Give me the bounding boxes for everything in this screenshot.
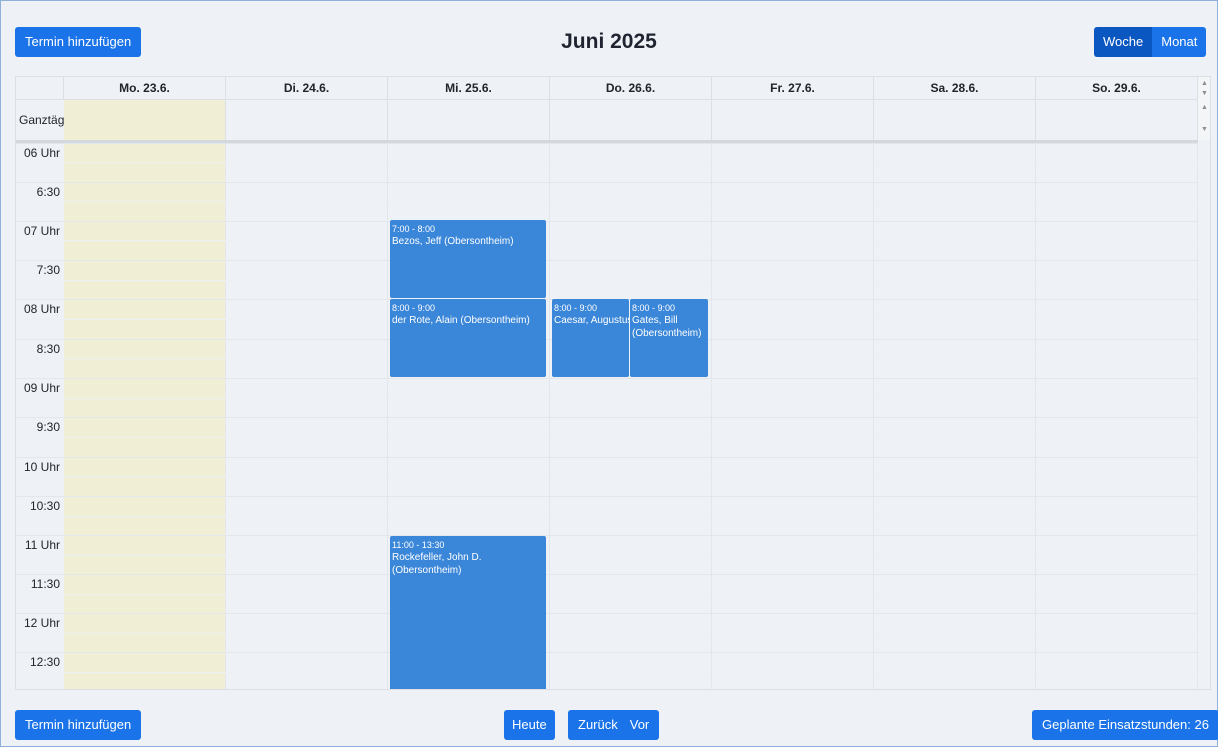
time-label: 7:30 [36,263,60,277]
event-time: 7:00 - 8:00 [392,224,436,234]
time-label: 6:30 [36,185,60,199]
day-header-tue[interactable]: Di. 24.6. [226,77,388,100]
grid-line [16,555,1198,556]
event-title: Caesar, Augustus (Obersontheim) [554,315,629,326]
allday-cell-thu[interactable] [550,100,712,140]
event-caesar[interactable]: 8:00 - 9:00 Caesar, Augustus (Obersonthe… [552,299,629,377]
time-label: 12:30 [29,655,60,669]
grid-line [16,672,1198,673]
grid-line [16,260,1198,261]
time-column-header [16,77,64,100]
grid-line [16,398,1198,399]
time-label: 08 Uhr [23,302,60,316]
allday-cell-sun[interactable] [1036,100,1198,140]
time-label: 9:30 [36,420,60,434]
event-der-rote[interactable]: 8:00 - 9:00 der Rote, Alain (Obersonthei… [390,299,546,377]
event-gates[interactable]: 8:00 - 9:00 Gates, Bill (Obersontheim) [630,299,708,377]
day-header-mon[interactable]: Mo. 23.6. [64,77,226,100]
time-label: 10:30 [29,499,60,513]
time-label: 09 Uhr [23,381,60,395]
planned-hours-button[interactable]: Geplante Einsatzstunden: 26 [1032,710,1218,740]
day-header-thu[interactable]: Do. 26.6. [550,77,712,100]
view-week-button[interactable]: Woche [1094,27,1153,57]
grid-line [16,457,1198,458]
time-label: 11 Uhr [24,538,60,552]
grid-line [16,613,1198,614]
grid-line [16,162,1198,163]
grid-line [16,201,1198,202]
grid-line [16,437,1198,438]
scroll-down-icon[interactable]: ▼ [1198,126,1210,134]
allday-label: Ganztägig [19,113,64,127]
grid-line [16,652,1198,653]
grid-line [16,182,1198,183]
time-label: 11:30 [30,577,60,591]
time-label: 07 Uhr [23,224,60,238]
grid-line [16,417,1198,418]
day-header-sun[interactable]: So. 29.6. [1036,77,1198,100]
event-title: der Rote, Alain (Obersontheim) [392,315,530,326]
nav-group: Zurück Vor [568,710,660,740]
allday-cell-wed[interactable] [388,100,550,140]
event-time: 8:00 - 9:00 [632,303,676,313]
grid-line [16,496,1198,497]
grid-line [16,535,1198,536]
view-toggle: Woche Monat [1094,27,1207,57]
event-time: 8:00 - 9:00 [554,303,598,313]
grid-line [16,221,1198,222]
grid-line [16,143,1198,144]
grid-line [16,574,1198,575]
allday-cell-mon[interactable] [64,100,226,140]
back-button[interactable]: Zurück [568,710,628,740]
grid-line [16,594,1198,595]
event-bezos[interactable]: 7:00 - 8:00 Bezos, Jeff (Obersontheim) [390,220,546,298]
grid-line [16,516,1198,517]
grid-line [16,633,1198,634]
page-title: Juni 2025 [561,30,657,53]
scroll-up-icon[interactable]: ▲ [1198,80,1210,88]
grid-line [16,280,1198,281]
grid-line [16,378,1198,379]
allday-cell-tue[interactable] [226,100,388,140]
grid-line [16,240,1198,241]
event-time: 8:00 - 9:00 [392,303,436,313]
event-title: Gates, Bill (Obersontheim) [632,315,702,339]
view-month-button[interactable]: Monat [1152,27,1207,57]
add-event-button-bottom[interactable]: Termin hinzufügen [15,710,142,740]
scroll-down-icon[interactable]: ▼ [1198,90,1210,98]
day-header-fri[interactable]: Fr. 27.6. [712,77,874,100]
time-label: 12 Uhr [23,616,60,630]
day-header-sat[interactable]: Sa. 28.6. [874,77,1036,100]
scroll-up-icon[interactable]: ▲ [1198,104,1210,112]
event-title: Rockefeller, John D. (Obersontheim) [392,552,482,576]
forward-button[interactable]: Vor [627,710,660,740]
allday-cell-fri[interactable] [712,100,874,140]
header-scrollbar[interactable]: ▲ ▼ ▲ ▼ [1198,77,1210,140]
today-button[interactable]: Heute [504,710,555,740]
event-rockefeller[interactable]: 11:00 - 13:30 Rockefeller, John D. (Ober… [390,536,546,689]
allday-cell-sat[interactable] [874,100,1036,140]
week-calendar: Mo. 23.6. Di. 24.6. Mi. 25.6. Do. 26.6. … [15,76,1211,690]
day-header-wed[interactable]: Mi. 25.6. [388,77,550,100]
event-time: 11:00 - 13:30 [392,540,445,550]
event-title: Bezos, Jeff (Obersontheim) [392,236,514,247]
time-grid[interactable]: 06 Uhr 6:30 07 Uhr 7:30 08 Uhr 8:30 09 U… [16,143,1198,689]
grid-line [16,476,1198,477]
time-label: 10 Uhr [23,460,60,474]
time-label: 8:30 [36,342,60,356]
time-label: 06 Uhr [23,146,60,160]
